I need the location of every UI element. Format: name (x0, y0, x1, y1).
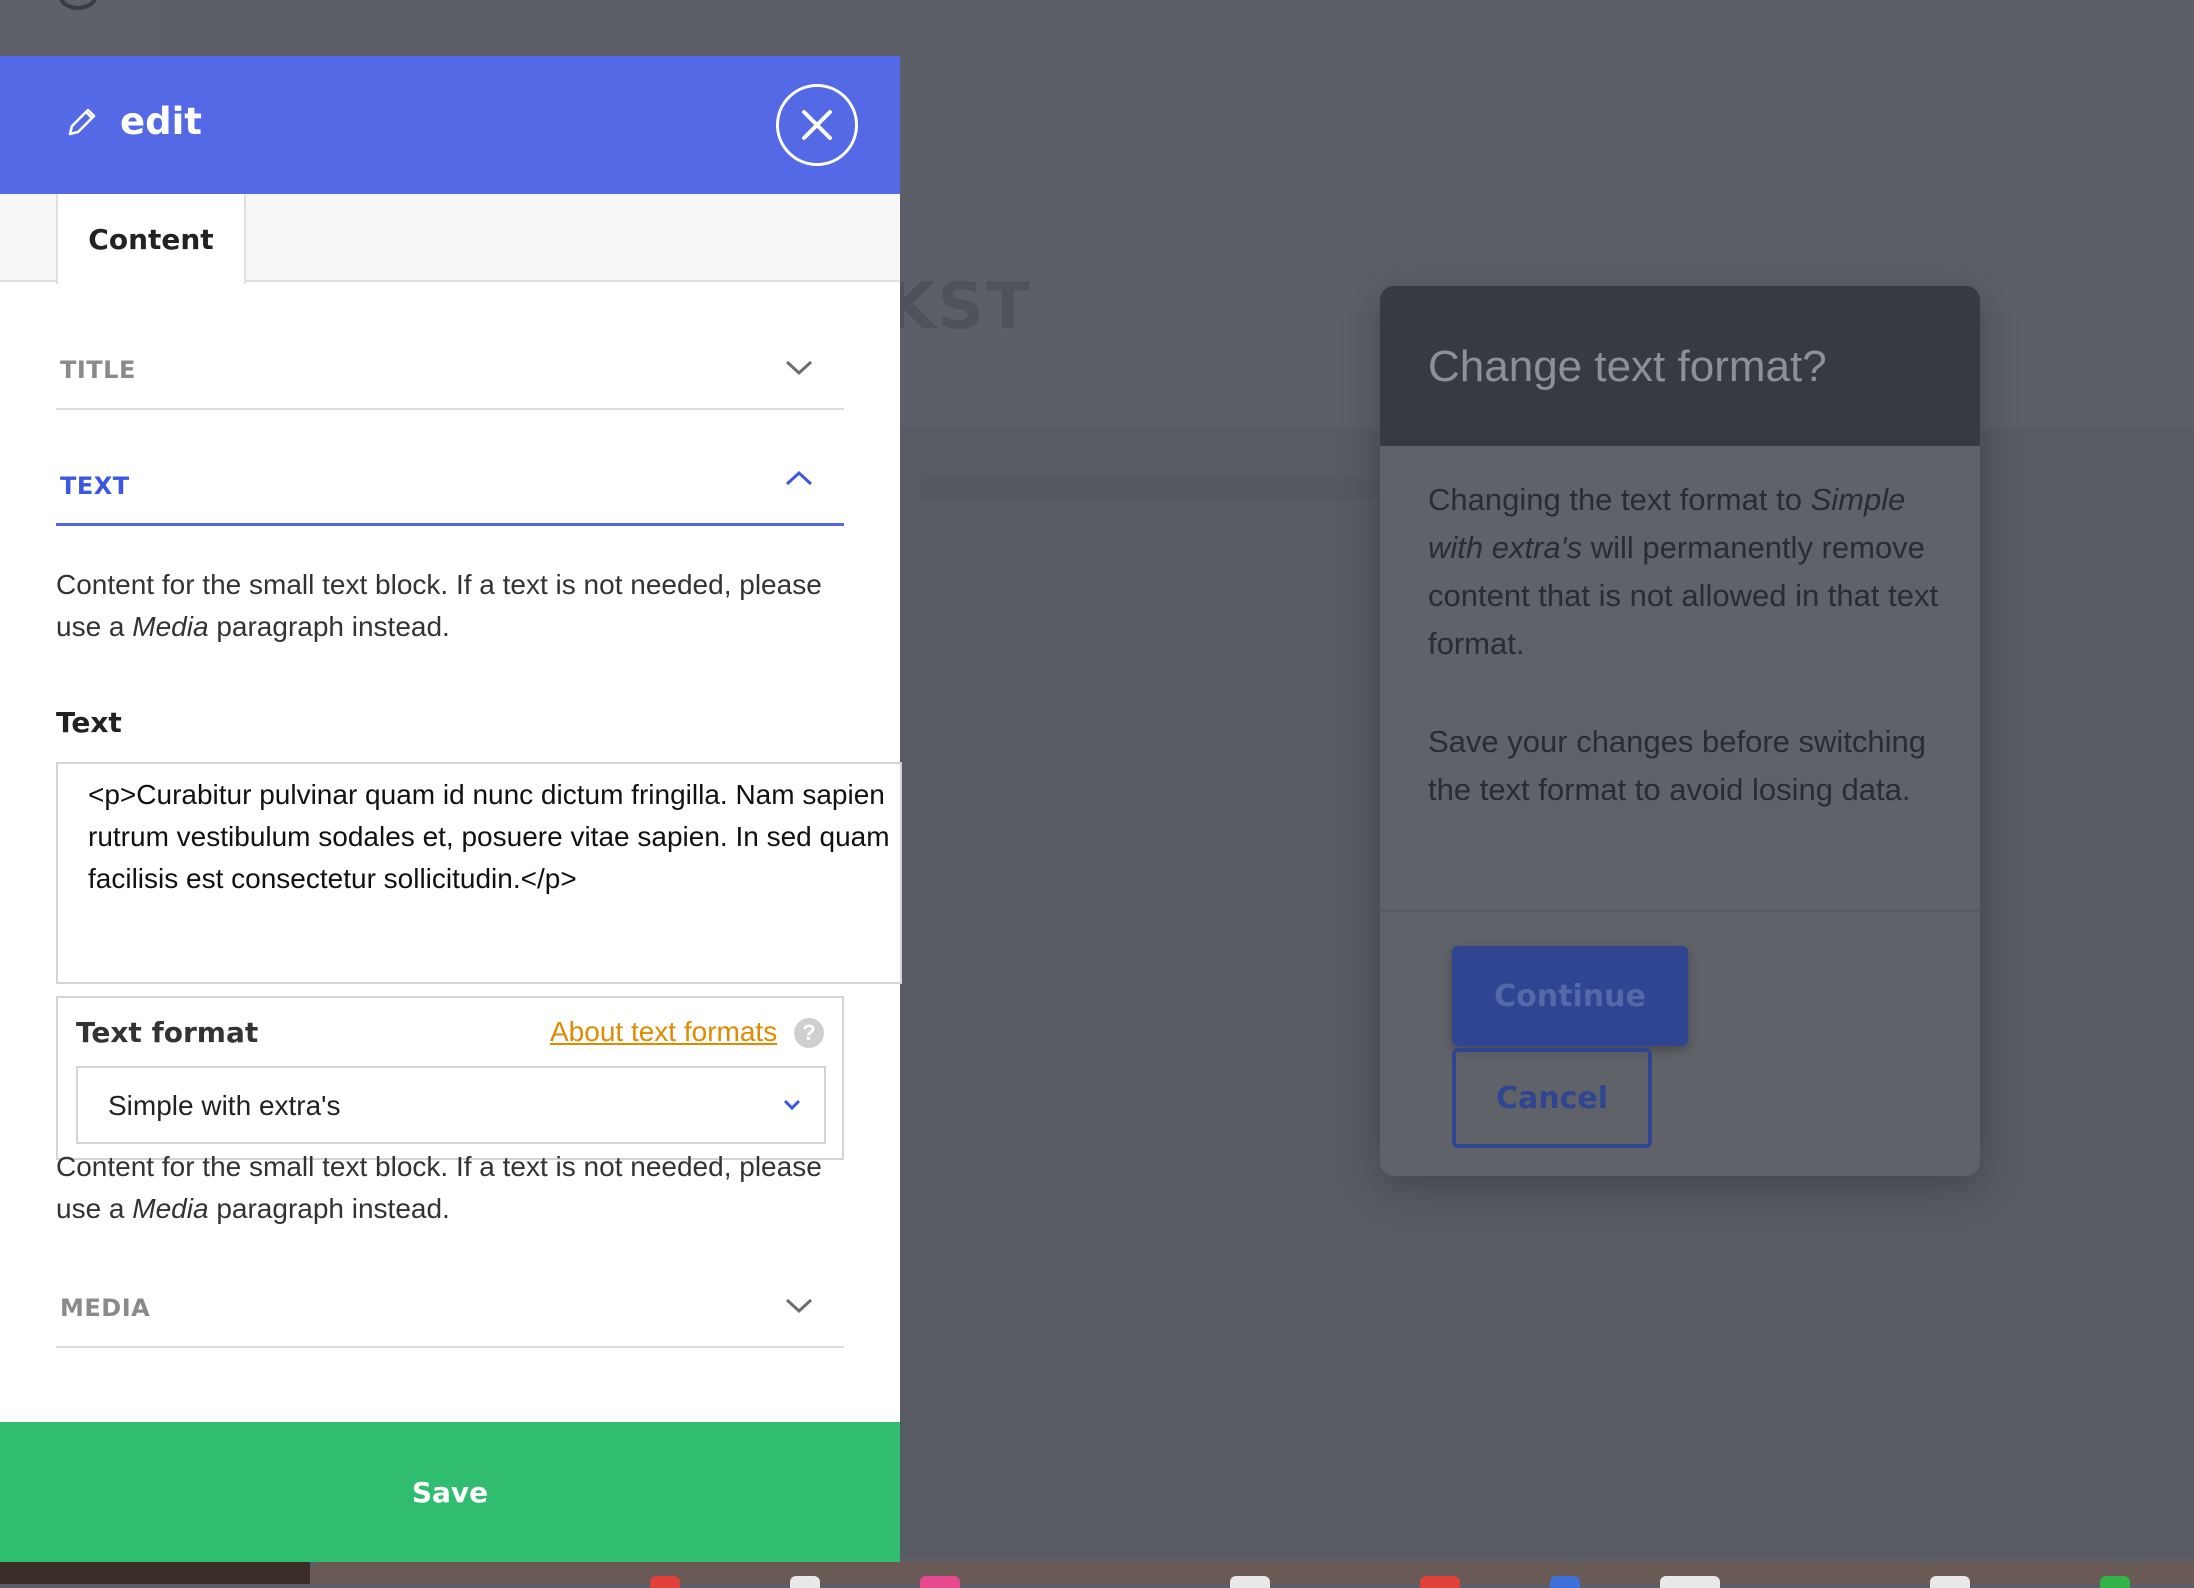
dock-app-icon[interactable] (1930, 1576, 1970, 1588)
section-media[interactable]: MEDIA (56, 1256, 844, 1348)
dock-app-icon[interactable] (1420, 1576, 1460, 1588)
text-format-select[interactable]: Simple with extra's (76, 1066, 826, 1144)
chevron-down-icon (785, 360, 813, 376)
chevron-down-icon (783, 1099, 801, 1111)
save-button[interactable]: Save (0, 1422, 900, 1562)
text-description: Content for the small text block. If a t… (56, 564, 856, 648)
dialog-warning-text: Changing the text format to Simple with … (1428, 476, 1958, 668)
about-text-formats-link[interactable]: About text formats (550, 1016, 777, 1048)
dock-left-strip (0, 1562, 310, 1584)
panel-header: edit (0, 56, 900, 194)
description-text-end: paragraph instead. (208, 1193, 450, 1224)
dialog-save-hint: Save your changes before switching the t… (1428, 724, 1927, 807)
text-format-description: Content for the small text block. If a t… (56, 1146, 856, 1230)
pencil-icon (68, 108, 96, 136)
help-icon[interactable]: ? (794, 1018, 824, 1048)
close-icon (802, 110, 832, 140)
dialog-header: Change text format? (1380, 286, 1980, 446)
cancel-button[interactable]: Cancel (1452, 1048, 1652, 1148)
text-area[interactable]: <p>Curabitur pulvinar quam id nunc dictu… (56, 762, 902, 984)
chevron-up-icon (785, 470, 813, 486)
section-title[interactable]: TITLE (56, 318, 844, 410)
dock-app-icon[interactable] (2100, 1576, 2130, 1588)
description-italic: Media (132, 611, 209, 642)
text-format-label: Text format (76, 1016, 259, 1049)
dock-app-icon[interactable] (1660, 1576, 1720, 1588)
section-media-label: MEDIA (60, 1294, 151, 1322)
continue-button[interactable]: Continue (1452, 946, 1688, 1046)
description-italic: Media (132, 1193, 209, 1224)
section-text[interactable]: TEXT (56, 434, 844, 526)
text-format-selected: Simple with extra's (108, 1090, 341, 1121)
tab-content[interactable]: Content (56, 194, 246, 284)
tabs-bar: Content (0, 194, 900, 284)
section-text-label: TEXT (60, 472, 130, 500)
dock (310, 1562, 2194, 1588)
dock-app-icon[interactable] (650, 1576, 680, 1588)
edit-panel: edit Content TITLE TEXT Content for the … (0, 56, 902, 1562)
description-text-end: paragraph instead. (208, 611, 450, 642)
section-title-label: TITLE (60, 356, 136, 384)
chevron-down-icon (785, 1298, 813, 1314)
dock-app-icon[interactable] (920, 1576, 960, 1588)
dialog-body: Changing the text format to Simple with … (1428, 476, 1958, 864)
dialog-divider (1380, 910, 1980, 912)
change-format-dialog: Change text format? Changing the text fo… (1380, 286, 1980, 1176)
background-heading: KST (886, 270, 1032, 344)
dialog-text: Changing the text format to (1428, 482, 1811, 517)
panel-title: edit (120, 100, 202, 143)
dialog-title: Change text format? (1428, 342, 1827, 391)
text-format-box: Text format About text formats ? Simple … (56, 996, 844, 1160)
dock-app-icon[interactable] (1550, 1576, 1580, 1588)
text-field-label: Text (56, 706, 122, 739)
dock-app-icon[interactable] (790, 1576, 820, 1588)
background-text-line (920, 478, 1380, 500)
close-button[interactable] (776, 84, 858, 166)
dock-app-icon[interactable] (1230, 1576, 1270, 1588)
